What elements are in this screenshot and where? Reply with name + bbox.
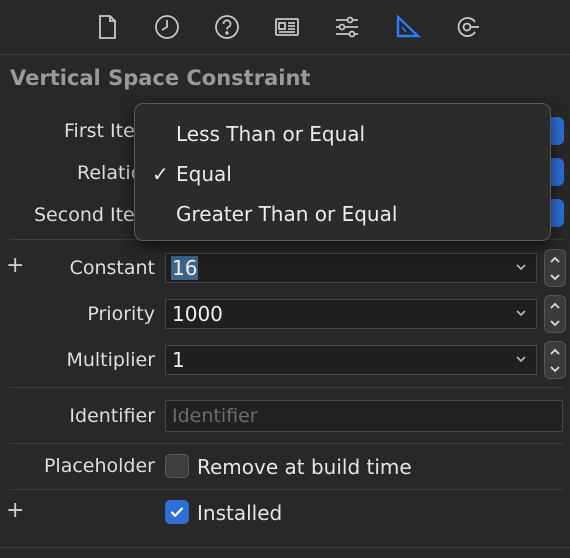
remove-at-build-label[interactable]: Remove at build time: [197, 455, 412, 479]
priority-label: Priority: [87, 303, 155, 325]
checkmark-icon: ✓: [152, 162, 169, 186]
relation-menu: Less Than or Equal ✓ Equal Greater Than …: [134, 103, 551, 241]
identity-icon[interactable]: [270, 10, 304, 44]
chevron-down-icon[interactable]: [514, 306, 528, 320]
relation-label: Relatio: [77, 162, 134, 184]
remove-at-build-checkbox[interactable]: [165, 454, 189, 478]
section-title: Vertical Space Constraint: [10, 66, 311, 90]
file-icon[interactable]: [90, 10, 124, 44]
inspector-toolbar: [0, 0, 570, 55]
connections-icon[interactable]: [450, 10, 484, 44]
priority-stepper[interactable]: [544, 295, 566, 333]
stepper-up-icon[interactable]: [548, 300, 562, 312]
constant-combo[interactable]: 16: [165, 253, 537, 283]
size-ruler-icon[interactable]: [390, 10, 424, 44]
multiplier-combo[interactable]: 1: [165, 345, 537, 375]
first-item-label: First Ite: [64, 120, 134, 142]
divider: [0, 547, 570, 548]
divider: [10, 387, 564, 388]
identifier-field[interactable]: [165, 400, 570, 432]
checkmark-icon: [170, 507, 184, 517]
priority-value[interactable]: 1000: [172, 302, 223, 326]
stepper-up-icon[interactable]: [548, 346, 562, 358]
menu-item-less-than-or-equal[interactable]: Less Than or Equal: [135, 116, 550, 156]
menu-item-equal[interactable]: ✓ Equal: [135, 156, 550, 196]
second-item-label: Second Ite: [34, 204, 134, 226]
stepper-down-icon[interactable]: [548, 317, 562, 329]
attributes-icon[interactable]: [330, 10, 364, 44]
priority-combo[interactable]: 1000: [165, 299, 537, 329]
multiplier-label: Multiplier: [66, 349, 155, 371]
chevron-down-icon[interactable]: [514, 352, 528, 366]
stepper-down-icon[interactable]: [548, 363, 562, 375]
installed-label[interactable]: Installed: [197, 501, 282, 525]
help-icon[interactable]: [210, 10, 244, 44]
multiplier-value[interactable]: 1: [172, 348, 185, 372]
installed-checkbox[interactable]: [165, 500, 189, 524]
menu-item-greater-than-or-equal[interactable]: Greater Than or Equal: [135, 196, 550, 236]
identifier-label: Identifier: [69, 405, 155, 427]
menu-item-label: Equal: [176, 162, 232, 186]
multiplier-stepper[interactable]: [544, 341, 566, 379]
chevron-down-icon[interactable]: [514, 260, 528, 274]
constant-stepper[interactable]: [544, 249, 566, 287]
divider: [10, 489, 564, 490]
constant-value[interactable]: 16: [171, 256, 199, 280]
placeholder-label: Placeholder: [43, 455, 155, 477]
identifier-input[interactable]: [166, 401, 570, 431]
add-variation-button[interactable]: +: [6, 255, 24, 277]
history-icon[interactable]: [150, 10, 184, 44]
menu-item-label: Less Than or Equal: [176, 122, 366, 146]
menu-item-label: Greater Than or Equal: [176, 202, 398, 226]
stepper-down-icon[interactable]: [548, 271, 562, 283]
divider: [10, 443, 564, 444]
add-installed-variation-button[interactable]: +: [6, 500, 24, 522]
stepper-up-icon[interactable]: [548, 254, 562, 266]
constant-label: Constant: [69, 257, 155, 279]
